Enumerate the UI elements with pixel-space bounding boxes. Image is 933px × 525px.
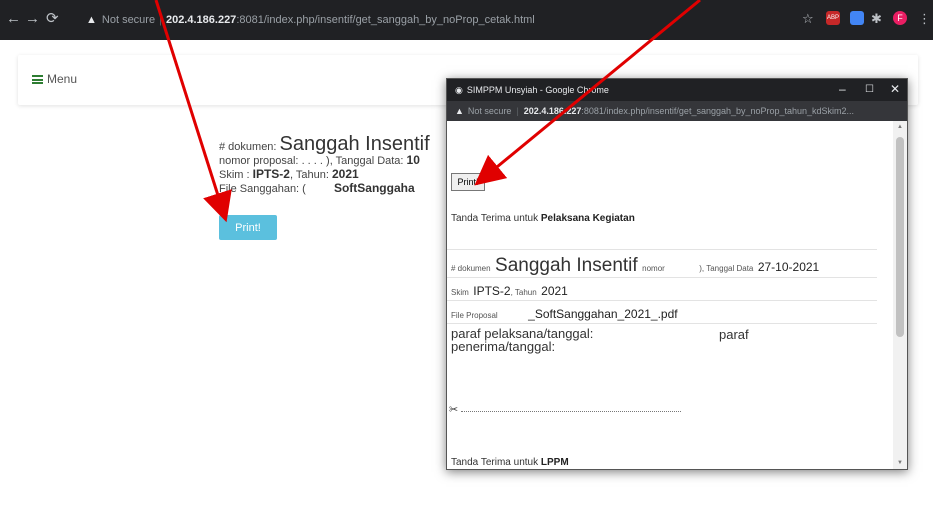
scroll-down-icon[interactable]: ▼ <box>897 460 903 466</box>
popup-address-bar[interactable]: ▲ Not secure | 202.4.186.227 :8081/index… <box>447 101 907 121</box>
receipt-heading: Tanda Terima untuk Pelaksana Kegiatan <box>451 213 635 224</box>
popup-print-button[interactable]: Print! <box>451 173 485 191</box>
popup-titlebar: ◉ SIMPPM Unsyiah - Google Chrome – ☐ ✕ <box>447 79 907 101</box>
popup-title: SIMPPM Unsyiah - Google Chrome <box>466 85 609 95</box>
scroll-up-icon[interactable]: ▲ <box>897 124 903 130</box>
document-info: # dokumen: Sanggah Insentif nomor propos… <box>219 133 430 195</box>
nomor-value: . . . . ) <box>301 155 330 167</box>
print-popup-window: ◉ SIMPPM Unsyiah - Google Chrome – ☐ ✕ ▲… <box>446 78 908 470</box>
menu-icon[interactable] <box>32 75 43 84</box>
popup-doc-line: # dokumen Sanggah Insentif nomor ), Tang… <box>451 255 820 276</box>
forward-icon[interactable]: → <box>25 10 40 28</box>
popup-file-line: File Proposal _SoftSanggahan_2021_.pdf <box>451 307 678 321</box>
chrome-icon: ◉ <box>455 84 463 95</box>
scissors-icon: ✂ <box>449 404 459 416</box>
address-bar[interactable]: ▲ Not secure | 202.4.186.227 :8081/index… <box>86 9 806 31</box>
popup-skim-line: Skim IPTS-2, Tahun 2021 <box>451 284 568 298</box>
document-title: Sanggah Insentif <box>279 133 430 155</box>
bookmark-star-icon[interactable]: ☆ <box>802 10 814 28</box>
maximize-icon[interactable]: ☐ <box>865 84 874 95</box>
menu-label[interactable]: Menu <box>47 72 77 86</box>
minimize-icon[interactable]: – <box>839 82 846 96</box>
more-menu-icon[interactable]: ⋮ <box>918 10 931 28</box>
warning-icon: ▲ <box>455 106 464 116</box>
browser-toolbar: ← → ⟳ ▲ Not secure | 202.4.186.227 :8081… <box>0 0 933 40</box>
url-host: 202.4.186.227 <box>165 14 237 26</box>
popup-scrollbar[interactable]: ▲ ▼ <box>893 121 907 469</box>
url-path: :8081/index.php/insentif/get_sanggah_by_… <box>236 14 535 26</box>
popup-content: Print! Tanda Terima untuk Pelaksana Kegi… <box>447 121 891 469</box>
sign-right: paraf <box>719 327 749 342</box>
reload-icon[interactable]: ⟳ <box>46 10 59 28</box>
sign-left: paraf pelaksana/tanggal: penerima/tanggal… <box>451 326 594 354</box>
receipt-heading-lppm: Tanda Terima untuk LPPM <box>451 457 569 468</box>
close-icon[interactable]: ✕ <box>890 82 900 96</box>
adblock-extension-icon[interactable]: ABP <box>826 11 840 25</box>
extension-icon[interactable] <box>850 11 864 25</box>
warning-icon: ▲ <box>86 14 97 26</box>
security-label: Not secure <box>101 14 156 26</box>
print-button[interactable]: Print! <box>219 215 277 240</box>
profile-avatar[interactable]: F <box>893 11 907 25</box>
scroll-thumb[interactable] <box>896 137 904 337</box>
back-icon[interactable]: ← <box>6 10 21 28</box>
cut-line <box>461 411 681 412</box>
puzzle-icon[interactable]: ✱ <box>871 10 882 28</box>
